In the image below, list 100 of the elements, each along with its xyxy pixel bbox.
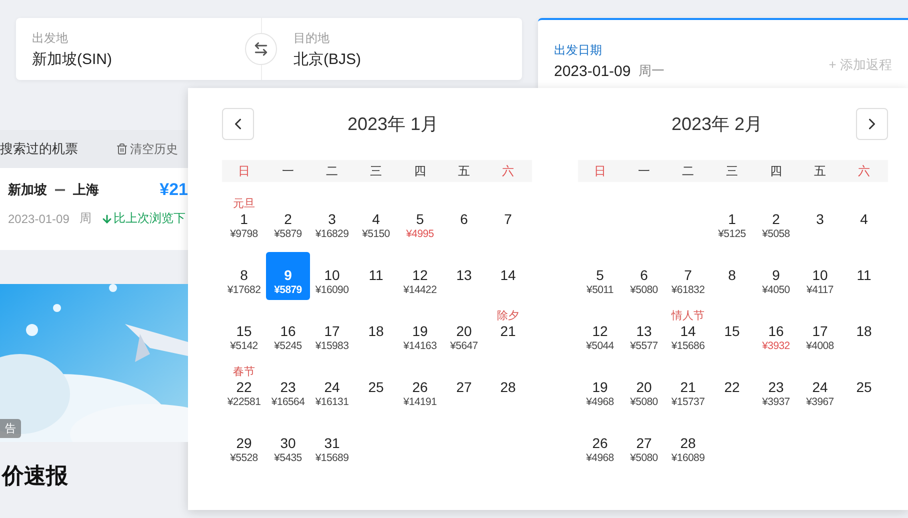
city-label: 新加坡 <box>8 181 47 199</box>
calendar-day[interactable]: 2 ¥5058 <box>754 196 798 244</box>
calendar-day[interactable]: 7 ¥61832 <box>666 252 710 300</box>
calendar-day[interactable]: 15 <box>710 308 754 356</box>
calendar-day[interactable]: 12 ¥5044 <box>578 308 622 356</box>
holiday-label: 元旦 <box>233 198 255 211</box>
holiday-label: 情人节 <box>672 310 704 323</box>
weekday-label: 三 <box>369 162 383 180</box>
calendar-day[interactable]: 1 ¥5125 <box>710 196 754 244</box>
calendar-day[interactable]: 19 ¥14163 <box>398 308 442 356</box>
calendar-day[interactable]: 除夕 21 <box>486 308 530 356</box>
month-title: 2023年 2月 <box>670 113 764 136</box>
calendar-day[interactable]: 28 <box>486 364 530 412</box>
calendar-day[interactable]: 3 <box>798 196 842 244</box>
calendar-day[interactable]: 15 ¥5142 <box>222 308 266 356</box>
weekday-label: 四 <box>769 162 783 180</box>
calendar-day[interactable]: 2 ¥5879 <box>266 196 310 244</box>
calendar-day[interactable]: 13 ¥5577 <box>622 308 666 356</box>
calendar-day[interactable]: 5 ¥5011 <box>578 252 622 300</box>
swap-icon <box>253 41 269 57</box>
calendar-day[interactable]: 18 <box>842 308 886 356</box>
calendar-day[interactable]: 4 ¥5150 <box>354 196 398 244</box>
month-title: 2023年 1月 <box>346 113 440 136</box>
calendar-day[interactable]: 7 <box>486 196 530 244</box>
weekday-label: 日 <box>237 162 251 180</box>
weekday-label: 四 <box>413 162 427 180</box>
route-field[interactable]: 出发地 新加坡(SIN) 目的地 北京(BJS) <box>16 18 522 80</box>
previous-month-button[interactable] <box>222 108 254 140</box>
calendar-day[interactable]: 10 ¥16090 <box>310 252 354 300</box>
calendar-day[interactable]: 14 <box>486 252 530 300</box>
weekday-label: 六 <box>501 162 515 180</box>
field-value: 新加坡(SIN) <box>32 50 113 68</box>
price-label: ¥21 <box>160 180 188 200</box>
calendar-day[interactable]: 22 <box>710 364 754 412</box>
history-title: 搜索过的机票 <box>0 140 78 158</box>
calendar-day[interactable]: 24 ¥16131 <box>310 364 354 412</box>
calendar-day[interactable]: 11 <box>842 252 886 300</box>
calendar-day[interactable]: 17 ¥4008 <box>798 308 842 356</box>
weekday-label: 二 <box>325 162 339 180</box>
calendar-day[interactable]: 18 <box>354 308 398 356</box>
calendar-day[interactable]: 10 ¥4117 <box>798 252 842 300</box>
holiday-label: 除夕 <box>497 310 519 323</box>
weekday-label: 周一 <box>638 62 665 80</box>
weekday-label: 一 <box>281 162 295 180</box>
calendar-day[interactable]: 16 ¥3932 <box>754 308 798 356</box>
next-month-button[interactable] <box>856 108 888 140</box>
arrow-down-icon <box>101 212 114 224</box>
calendar-day[interactable]: 23 ¥16564 <box>266 364 310 412</box>
calendar-day[interactable]: 19 ¥4968 <box>578 364 622 412</box>
holiday-label: 春节 <box>233 366 255 379</box>
ad-tag: 告 <box>0 419 21 438</box>
calendar-day[interactable]: 21 ¥15737 <box>666 364 710 412</box>
calendar-day[interactable]: 25 <box>354 364 398 412</box>
history-card[interactable]: 新加坡 上海 ¥21 2023-01-09 周 比上次浏览下 <box>0 168 188 250</box>
calendar-day[interactable]: 3 ¥16829 <box>310 196 354 244</box>
calendar-day[interactable]: 情人节 14 ¥15686 <box>666 308 710 356</box>
calendar-day[interactable]: 27 <box>442 364 486 412</box>
calendar-day[interactable]: 27 ¥5080 <box>622 420 666 468</box>
calendar-day[interactable]: 20 ¥5647 <box>442 308 486 356</box>
calendar-day[interactable]: 25 <box>842 364 886 412</box>
calendar-day[interactable]: 元旦 1 ¥9798 <box>222 196 266 244</box>
calendar-day[interactable]: 6 ¥5080 <box>622 252 666 300</box>
date-label: 2023-01-09 <box>8 212 70 226</box>
calendar-day[interactable]: 31 ¥15689 <box>310 420 354 468</box>
weekday-label: 二 <box>681 162 695 180</box>
calendar-day[interactable]: 26 ¥14191 <box>398 364 442 412</box>
field-label: 目的地 <box>294 30 330 46</box>
calendar-day[interactable]: 26 ¥4968 <box>578 420 622 468</box>
section-title: 价速报 <box>0 462 68 490</box>
calendar-day[interactable]: 9 ¥5879 <box>266 252 310 300</box>
trash-icon <box>116 143 128 155</box>
calendar-day[interactable]: 5 ¥4995 <box>398 196 442 244</box>
swap-button[interactable] <box>245 33 277 65</box>
calendar-day[interactable]: 9 ¥4050 <box>754 252 798 300</box>
weekday-label: 五 <box>457 162 471 180</box>
calendar-day[interactable]: 20 ¥5080 <box>622 364 666 412</box>
clear-history-button[interactable]: 清空历史 <box>116 140 178 158</box>
calendar-day[interactable]: 4 <box>842 196 886 244</box>
weekday-label: 五 <box>813 162 827 180</box>
calendar-day[interactable]: 6 <box>442 196 486 244</box>
calendar-day[interactable]: 13 <box>442 252 486 300</box>
field-label: 出发日期 <box>554 42 603 59</box>
dash-icon <box>55 189 65 191</box>
calendar-day[interactable]: 24 ¥3967 <box>798 364 842 412</box>
calendar-day[interactable]: 30 ¥5435 <box>266 420 310 468</box>
calendar-day[interactable]: 12 ¥14422 <box>398 252 442 300</box>
calendar-day[interactable]: 28 ¥16089 <box>666 420 710 468</box>
weekday-label: 日 <box>593 162 607 180</box>
calendar-day[interactable]: 8 ¥17682 <box>222 252 266 300</box>
calendar-day[interactable]: 8 <box>710 252 754 300</box>
calendar-day[interactable]: 11 <box>354 252 398 300</box>
calendar-day[interactable]: 17 ¥15983 <box>310 308 354 356</box>
calendar-day[interactable]: 16 ¥5245 <box>266 308 310 356</box>
calendar-day[interactable]: 23 ¥3937 <box>754 364 798 412</box>
calendar-day[interactable]: 春节 22 ¥22581 <box>222 364 266 412</box>
weekday-label: 三 <box>725 162 739 180</box>
field-value: 北京(BJS) <box>294 50 362 68</box>
calendar-day[interactable]: 29 ¥5528 <box>222 420 266 468</box>
weekday-label: 六 <box>857 162 871 180</box>
city-label: 上海 <box>73 181 99 199</box>
